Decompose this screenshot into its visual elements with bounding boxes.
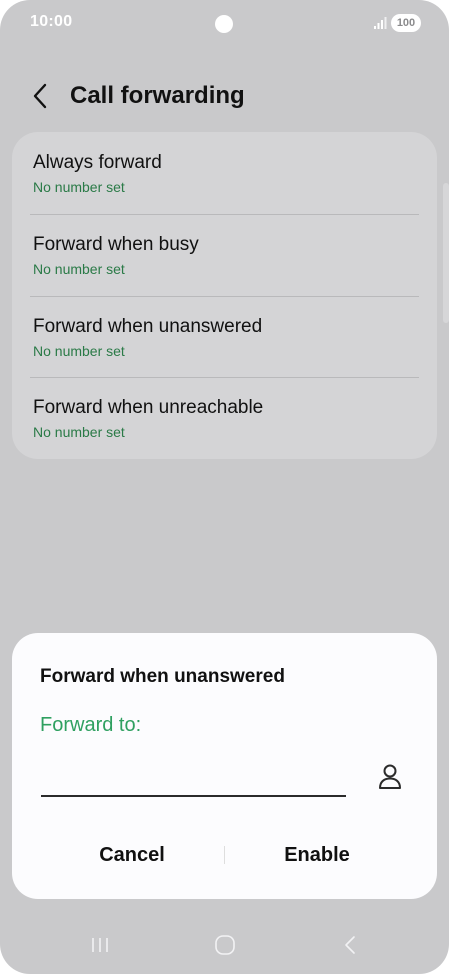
- item-title: Forward when unanswered: [33, 316, 263, 337]
- item-title: Always forward: [33, 152, 162, 173]
- forward-when-unanswered-item[interactable]: Forward when unanswered No number set: [12, 296, 437, 377]
- app-header: Call forwarding: [0, 70, 449, 122]
- front-camera-icon: [215, 15, 233, 33]
- forward-when-busy-item[interactable]: Forward when busy No number set: [12, 214, 437, 295]
- forward-number-input[interactable]: [41, 761, 346, 797]
- item-title: Forward when busy: [33, 234, 199, 255]
- battery-badge: 100: [391, 14, 421, 32]
- item-title: Forward when unreachable: [33, 397, 264, 418]
- page-title: Call forwarding: [70, 82, 245, 109]
- call-forwarding-screen: 10:00 100 Call forwarding Always forward…: [0, 0, 449, 974]
- nav-back-icon[interactable]: [339, 933, 363, 957]
- forward-when-unanswered-dialog: Forward when unanswered Forward to: Canc…: [12, 633, 437, 899]
- dialog-title: Forward when unanswered: [40, 666, 285, 687]
- forwarding-options-list: Always forward No number set Forward whe…: [12, 132, 437, 459]
- status-time: 10:00: [30, 13, 73, 30]
- scrollbar[interactable]: [443, 183, 449, 323]
- item-status: No number set: [33, 424, 125, 440]
- back-chevron-icon[interactable]: [26, 78, 56, 114]
- person-icon[interactable]: [374, 761, 406, 793]
- navigation-bar: [0, 925, 449, 965]
- signal-strength-icon: [374, 17, 387, 29]
- forward-to-label: Forward to:: [40, 714, 142, 736]
- enable-button[interactable]: Enable: [217, 835, 417, 875]
- item-status: No number set: [33, 261, 125, 277]
- item-status: No number set: [33, 343, 125, 359]
- status-bar: 10:00 100: [0, 0, 449, 48]
- home-icon[interactable]: [213, 933, 237, 957]
- recent-apps-icon[interactable]: [88, 933, 112, 957]
- cancel-button[interactable]: Cancel: [32, 835, 232, 875]
- always-forward-item[interactable]: Always forward No number set: [12, 132, 437, 213]
- item-status: No number set: [33, 179, 125, 195]
- forward-when-unreachable-item[interactable]: Forward when unreachable No number set: [12, 377, 437, 458]
